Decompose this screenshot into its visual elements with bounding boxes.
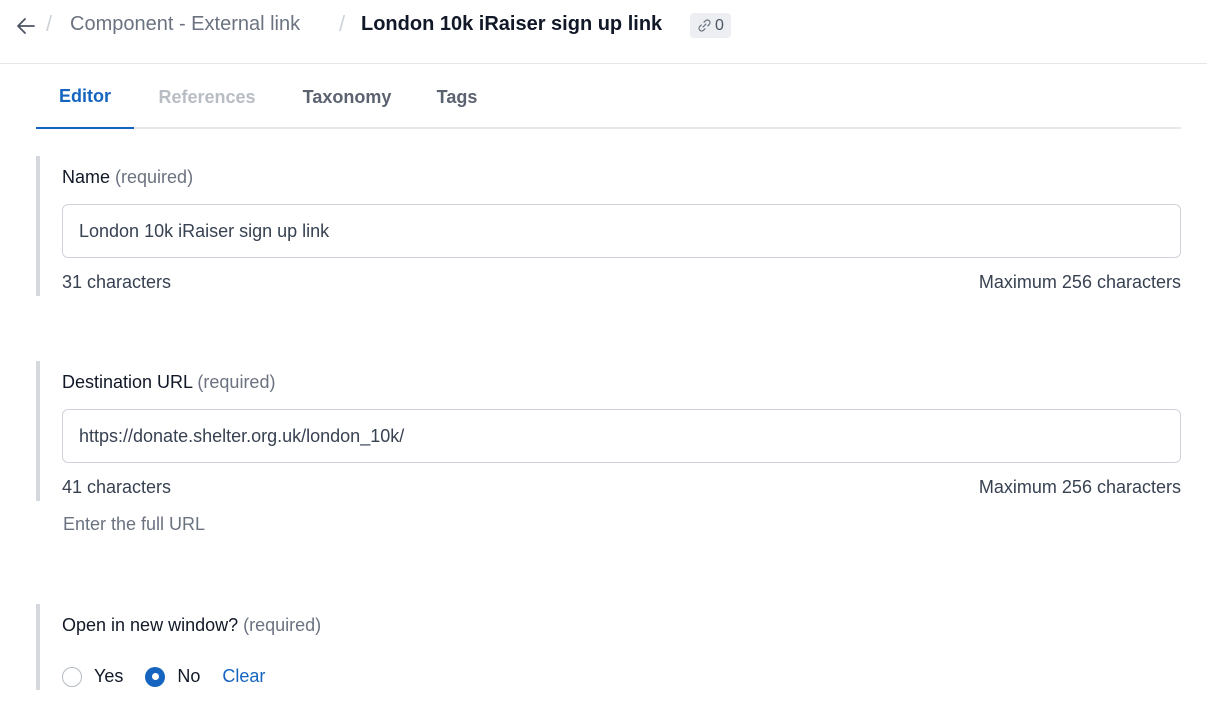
new-window-radio-group: Yes No Clear [62,666,265,687]
clear-link[interactable]: Clear [222,666,265,687]
url-char-max: Maximum 256 characters [978,477,1181,497]
radio-yes-label[interactable]: Yes [94,666,123,687]
breadcrumb[interactable]: Component - External link [70,13,300,36]
tab-references: References [158,86,256,107]
tab-editor[interactable]: Editor [36,65,134,129]
url-input[interactable] [62,409,1181,463]
tab-taxonomy[interactable]: Taxonomy [300,65,394,129]
url-help-text: Enter the full URL [63,514,206,534]
required-hint: (required) [243,615,322,635]
name-char-max: Maximum 256 characters [978,272,1181,292]
url-char-count: 41 characters [62,477,172,497]
required-hint: (required) [197,372,276,392]
page-title: London 10k iRaiser sign up link [361,13,663,35]
url-field-group: Destination URL (required) 41 characters… [36,361,1181,501]
radio-no[interactable] [145,666,166,687]
new-window-label-text: Open in new window? [62,615,239,635]
breadcrumb-separator: / [46,11,53,36]
new-window-field-group: Open in new window? (required) Yes No Cl… [36,604,1181,690]
link-icon [698,19,711,32]
radio-yes[interactable] [62,666,82,687]
tab-bar: Editor References Taxonomy Tags [36,65,1181,129]
name-field-group: Name (required) 31 characters Maximum 25… [36,156,1181,296]
radio-no-label[interactable]: No [177,666,200,687]
required-hint: (required) [115,167,194,187]
breadcrumb-separator: / [339,11,346,36]
tab-tags[interactable]: Tags [435,65,479,129]
arrow-left-icon[interactable] [15,15,37,37]
references-badge[interactable]: 0 [690,13,731,38]
new-window-label: Open in new window? (required) [62,615,321,636]
url-label-text: Destination URL [62,372,193,392]
url-label: Destination URL (required) [62,372,275,393]
reference-count: 0 [715,16,724,34]
name-label-text: Name [62,167,111,187]
name-char-count: 31 characters [62,272,172,292]
top-bar: / Component - External link / London 10k… [0,0,1207,64]
name-input[interactable] [62,204,1181,258]
name-label: Name (required) [62,167,193,188]
